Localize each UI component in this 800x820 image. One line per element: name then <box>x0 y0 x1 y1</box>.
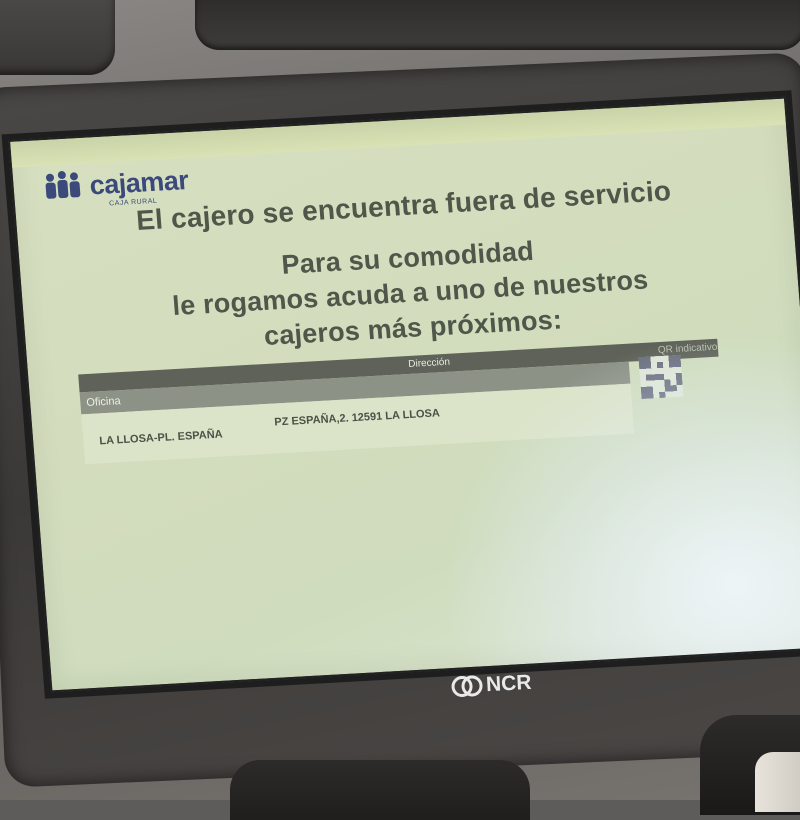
column-header-qr: QR indicativo <box>657 341 718 357</box>
brand-name: cajamar <box>88 165 190 201</box>
card-slot[interactable] <box>0 0 115 75</box>
keypad-housing <box>230 760 530 820</box>
qr-code-icon <box>638 354 684 400</box>
ncr-logo-icon <box>451 675 483 698</box>
brand-logo: cajamar <box>43 164 190 202</box>
section-label: Oficina <box>85 395 122 410</box>
atm-screen: cajamar CAJA RURAL El cajero se encuentr… <box>8 96 800 693</box>
cajamar-people-icon <box>45 171 81 199</box>
manufacturer-logo: NCR <box>449 670 532 700</box>
manufacturer-name: NCR <box>485 670 533 697</box>
receipt-slot <box>195 0 800 50</box>
side-button[interactable] <box>755 752 800 812</box>
column-header-address: Dirección <box>407 356 451 370</box>
